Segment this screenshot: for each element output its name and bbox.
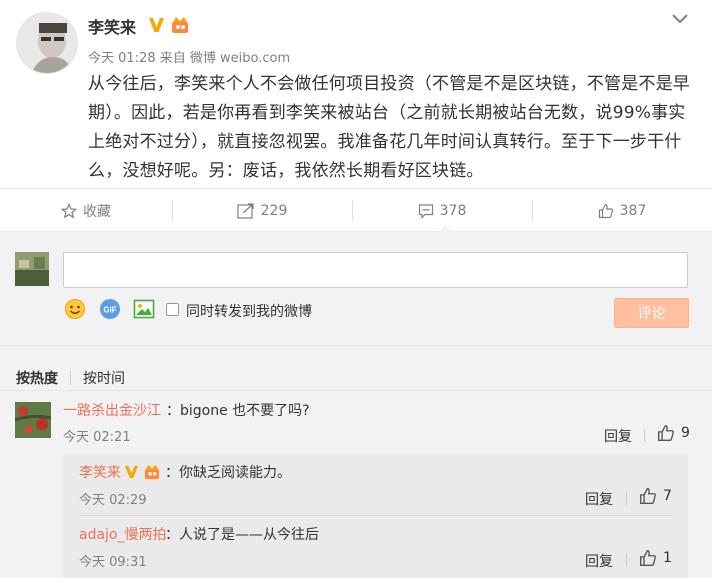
like-count: 387 [619,203,647,219]
post-time[interactable]: 今天 01:28 [88,51,156,66]
comment-author[interactable]: 一路杀出金沙江 [63,400,161,420]
post-action-bar: 收藏 229 378 387 [0,188,712,233]
author-name[interactable]: 李笑来 [88,14,136,38]
star-icon [61,203,77,219]
submit-comment-button[interactable]: 评论 [614,298,689,328]
comment-section: GIF 同时转发到我的微博 评论 按热度 按时间 一路杀出金沙江 ：bigone… [0,232,712,578]
thumbs-up-icon [658,425,674,441]
reply-item: adajo_慢两拍 ：人说了是——从今往后 今天 09:31 回复 1 [63,516,688,578]
reply-like-button[interactable]: 1 [639,549,672,567]
sort-by-hot-tab[interactable]: 按热度 [16,368,58,388]
sort-by-time-tab[interactable]: 按时间 [83,368,125,388]
sort-separator [70,371,71,385]
reply-like-separator [626,492,627,505]
repost-icon [237,203,254,219]
comment-input[interactable] [63,252,688,288]
colon: ： [165,527,179,543]
post-text: 从今往后，李笑来个人不会做任何项目投资（不管是不是区块链，不管是不是早期）。因此… [88,74,690,181]
repost-button[interactable]: 229 [172,189,352,233]
weibo-post: 李笑来 今天 01:28 来自 微博 weibo.com 从今往后，李笑来个人不… [0,0,712,188]
reply-like-separator [644,429,645,442]
thumbs-up-icon [598,203,613,219]
comment-time: 今天 02:21 [63,430,131,445]
reply-author[interactable]: adajo_慢两拍 [79,524,167,544]
reply-item: 李笑来 ：你缺乏阅读能力。 今天 02:29 回复 7 [63,454,688,516]
vip-badge-icon[interactable] [143,463,161,480]
reply-button[interactable]: 回复 [585,489,613,509]
chevron-down-icon[interactable] [671,13,689,25]
reply-thread: 李笑来 ：你缺乏阅读能力。 今天 02:29 回复 7 adajo_慢两拍 ：人… [63,454,688,578]
reply-text: ：你缺乏阅读能力。 [165,462,291,482]
favorite-label: 收藏 [83,204,111,220]
reply-time: 今天 09:31 [79,555,147,570]
verified-v-icon [149,18,164,32]
comment-text: ：bigone 也不要了吗? [166,400,310,420]
reply-like-button[interactable]: 7 [639,487,672,505]
favorite-button[interactable]: 收藏 [0,189,172,233]
thumbs-up-icon [640,488,656,504]
repost-checkbox-label[interactable]: 同时转发到我的微博 [186,301,312,321]
like-button[interactable]: 387 [532,189,712,233]
colon: ： [166,403,180,419]
image-icon[interactable] [133,298,155,320]
repost-checkbox[interactable] [166,303,179,316]
divider [0,345,712,346]
comment-like-button[interactable]: 9 [657,424,690,442]
reply-body: 人说了是——从今往后 [179,527,319,543]
reply-like-count: 1 [663,550,672,566]
svg-text:GIF: GIF [103,306,116,315]
thumbs-up-icon [640,550,656,566]
comment-icon [418,204,433,219]
my-avatar[interactable] [15,252,49,286]
reply-button[interactable]: 回复 [585,551,613,571]
source-prefix: 来自 [159,51,186,66]
reply-button[interactable]: 回复 [604,426,632,446]
comment-count: 378 [439,203,467,219]
reply-like-count: 7 [663,488,672,504]
divider [0,390,712,391]
reply-like-separator [626,554,627,567]
author-avatar[interactable] [16,12,78,74]
gif-icon[interactable]: GIF [99,298,121,320]
colon: ： [165,465,179,481]
repost-count: 229 [260,203,288,219]
vip-badge-icon[interactable] [170,15,190,34]
verified-v-icon [124,465,139,479]
commenter-avatar[interactable] [15,402,51,438]
post-meta: 今天 01:28 来自 微博 weibo.com [88,47,290,66]
comment-like-count: 9 [681,425,690,441]
post-source[interactable]: 微博 weibo.com [190,51,290,66]
comment-body: bigone 也不要了吗? [180,403,310,419]
emoji-icon[interactable] [64,298,86,320]
reply-author[interactable]: 李笑来 [79,462,121,482]
reply-text: ：人说了是——从今往后 [165,524,319,544]
reply-body: 你缺乏阅读能力。 [179,465,291,481]
reply-time: 今天 02:29 [79,493,147,508]
